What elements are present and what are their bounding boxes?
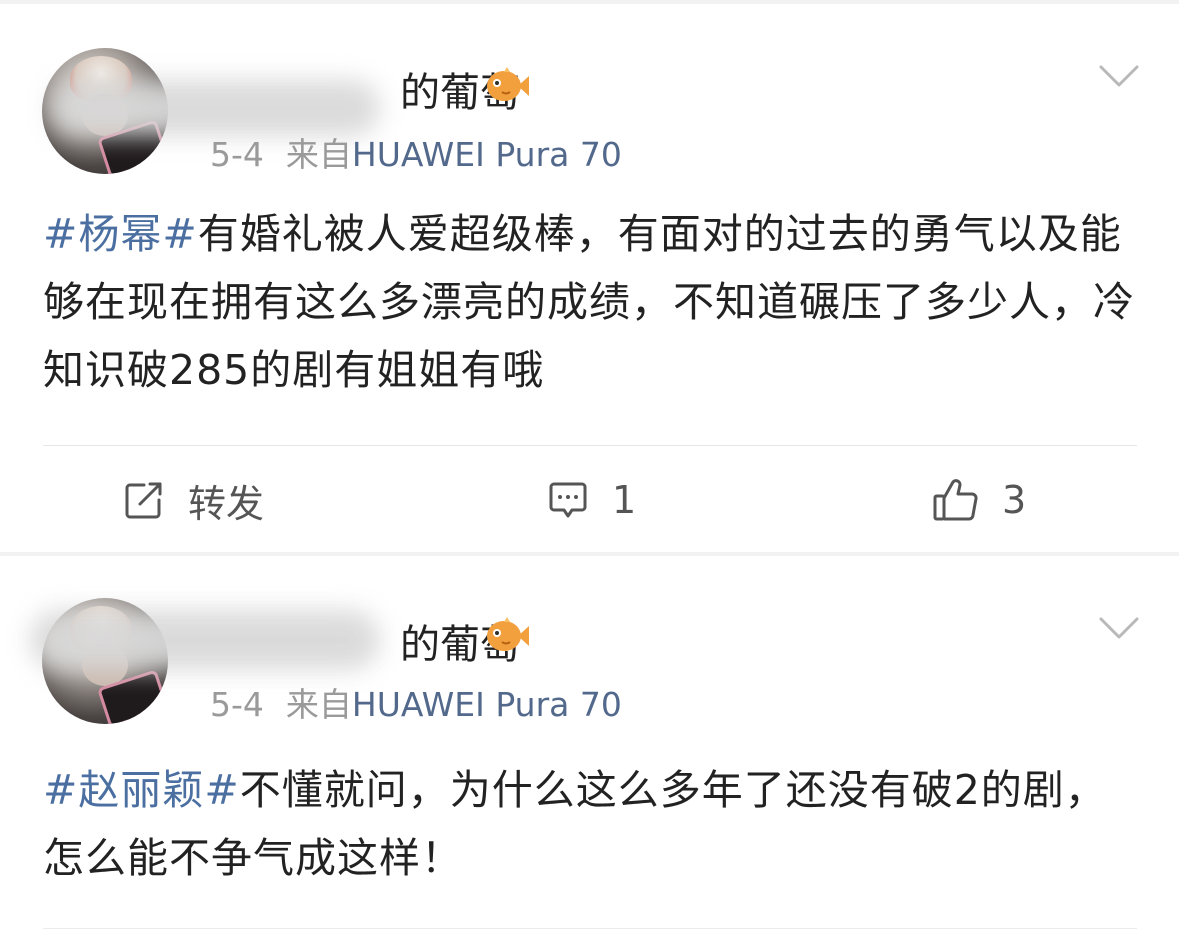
action-divider: [43, 445, 1137, 446]
chevron-down-icon[interactable]: [1098, 62, 1140, 90]
share-edit-icon: [125, 482, 162, 519]
post-content: #赵丽颖#不懂就问，为什么这么多年了还没有破2的剧，怎么能不争气成这样！: [43, 756, 1143, 892]
source-prefix: 来自: [285, 685, 352, 724]
like-count: 3: [1002, 478, 1027, 522]
hashtag-link[interactable]: #杨幂#: [43, 210, 198, 258]
comment-button[interactable]: 1: [546, 474, 636, 526]
post-date: 5-4: [210, 135, 264, 174]
username[interactable]: 的葡萄: [200, 60, 520, 118]
weibo-feed: 的葡萄 5-4 来自HUAWEI Pura 70 #杨幂#有婚礼被人爱超级棒，有面…: [0, 0, 1179, 947]
post-date: 5-4: [210, 685, 264, 724]
post-text: 有婚礼被人爱超级棒，有面对的过去的勇气以及能够在现在拥有这么多漂亮的成绩，不知道…: [43, 210, 1135, 394]
source-prefix: 来自: [285, 135, 352, 174]
post-card[interactable]: 的葡萄 5-4 来自HUAWEI Pura 70 #杨幂#有婚礼被人爱超级棒，有面…: [0, 4, 1179, 552]
hashtag-link[interactable]: #赵丽颖#: [43, 766, 240, 814]
comment-count: 1: [612, 478, 637, 522]
post-meta: 5-4 来自HUAWEI Pura 70: [210, 128, 622, 176]
comment-icon: [549, 482, 587, 518]
device-name[interactable]: HUAWEI Pura 70: [352, 135, 622, 174]
like-button[interactable]: 3: [932, 474, 1026, 526]
post-content: #杨幂#有婚礼被人爱超级棒，有面对的过去的勇气以及能够在现在拥有这么多漂亮的成绩…: [43, 200, 1143, 404]
chevron-down-icon[interactable]: [1098, 614, 1140, 642]
post-meta: 5-4 来自HUAWEI Pura 70: [210, 678, 622, 726]
username-hidden-part: [200, 75, 400, 115]
fish-vip-icon[interactable]: [484, 66, 530, 104]
username[interactable]: 的葡萄: [200, 612, 520, 670]
repost-button[interactable]: 转发: [122, 474, 264, 526]
fish-vip-icon[interactable]: [484, 616, 530, 654]
action-divider: [43, 928, 1137, 929]
post-card[interactable]: 的葡萄 5-4 来自HUAWEI Pura 70 #赵丽颖#不懂就问，为什么这么多…: [0, 556, 1179, 947]
username-hidden-part: [200, 627, 400, 667]
device-name[interactable]: HUAWEI Pura 70: [352, 685, 622, 724]
thumbs-up-icon: [933, 479, 978, 521]
repost-label: 转发: [188, 481, 265, 526]
